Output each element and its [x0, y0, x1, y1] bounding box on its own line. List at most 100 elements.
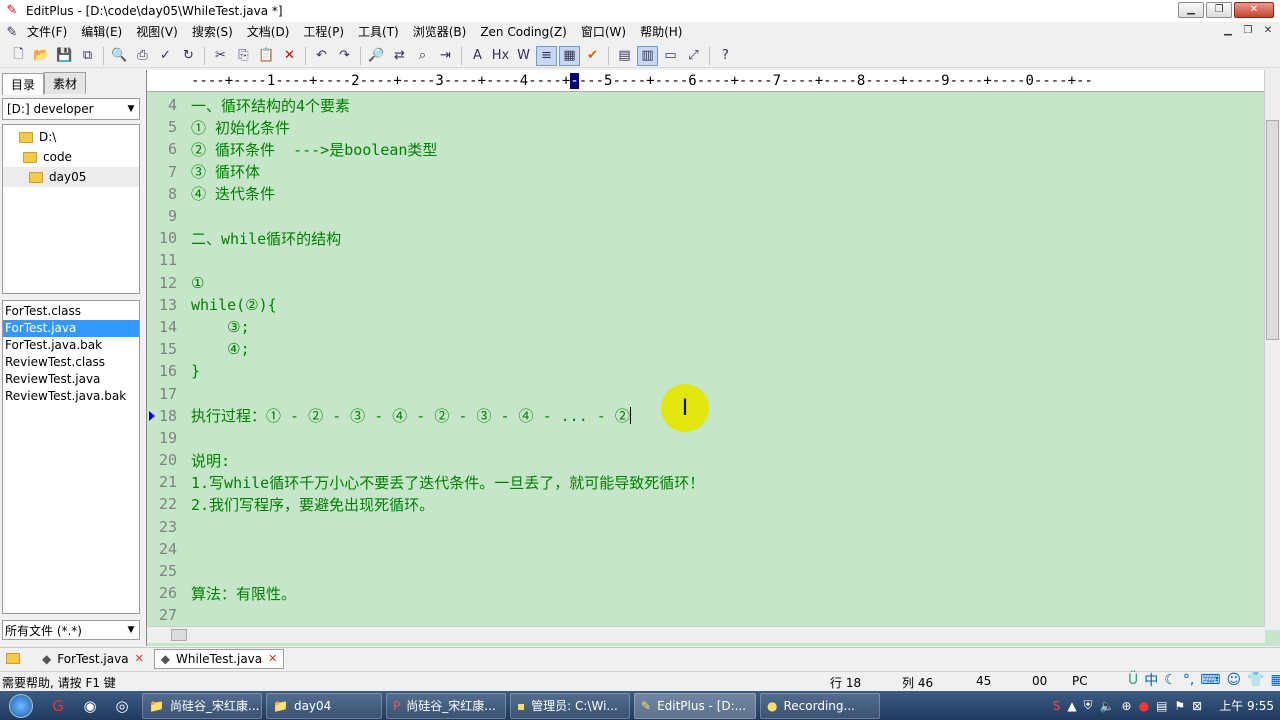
code-line[interactable]: 22 2.我们写程序，要避免出现死循环。	[147, 493, 1265, 515]
start-button[interactable]	[0, 691, 42, 720]
code-line[interactable]: 20 说明:	[147, 449, 1265, 471]
minimize-button[interactable]: ▁	[1178, 2, 1204, 18]
tree-item-d-drive[interactable]: D:\	[3, 127, 139, 147]
taskbar-button[interactable]: ✎ EditPlus - [D:...	[634, 692, 756, 719]
code-line[interactable]: 4 一、循环结构的4个要素	[147, 94, 1265, 116]
directory-window-icon[interactable]: ▤	[614, 46, 635, 66]
close-icon[interactable]: ✕	[268, 652, 277, 665]
line-text[interactable]: 执行过程：① - ② - ③ - ④ - ② - ③ - ④ - ... - ②	[191, 405, 630, 426]
doc-tab-whiletest[interactable]: ◆ WhileTest.java ✕	[153, 648, 285, 669]
close-icon[interactable]: ✕	[135, 652, 144, 665]
line-text[interactable]: }	[191, 362, 200, 380]
doc-minimize-button[interactable]: ▁	[1220, 24, 1236, 38]
file-item[interactable]: ReviewTest.java	[3, 371, 139, 388]
line-text[interactable]: ③;	[191, 318, 250, 336]
taskbar-button[interactable]: 📁 day04	[266, 692, 382, 719]
chrome-icon[interactable]: ◉	[74, 693, 106, 719]
word-wrap-icon[interactable]: W	[513, 46, 534, 66]
delete-icon[interactable]: ✕	[279, 46, 300, 66]
scroll-thumb[interactable]	[171, 629, 187, 641]
cliptext-icon[interactable]: ▥	[637, 45, 658, 66]
file-item[interactable]: ForTest.class	[3, 303, 139, 320]
doc-close-button[interactable]: ✕	[1260, 24, 1276, 38]
ruler-icon[interactable]: ▦	[559, 45, 580, 66]
redo-icon[interactable]: ↷	[334, 46, 355, 66]
menu-document[interactable]: 文档(D)	[240, 22, 297, 42]
menu-zen-coding[interactable]: Zen Coding(Z)	[473, 22, 574, 42]
vertical-scrollbar[interactable]	[1264, 70, 1280, 630]
code-line[interactable]: 6 ② 循环条件 --->是boolean类型	[147, 138, 1265, 160]
line-text[interactable]: 2.我们写程序，要避免出现死循环。	[191, 494, 434, 515]
menu-view[interactable]: 视图(V)	[129, 22, 185, 42]
open-folder-icon[interactable]: 📂	[31, 46, 52, 66]
code-line[interactable]: 9	[147, 205, 1265, 227]
code-line[interactable]: 11	[147, 249, 1265, 271]
menu-project[interactable]: 工程(P)	[296, 22, 351, 42]
code-line[interactable]: 12 ①	[147, 272, 1265, 294]
sogou-icon[interactable]: S	[1053, 699, 1061, 713]
file-item[interactable]: ReviewTest.class	[3, 354, 139, 371]
code-line[interactable]: 24	[147, 538, 1265, 560]
code-line[interactable]: 8 ④ 迭代条件	[147, 183, 1265, 205]
font-icon[interactable]: A	[467, 46, 488, 66]
doc-tab-fortest[interactable]: ◆ ForTest.java ✕	[36, 649, 150, 669]
menu-browser[interactable]: 浏览器(B)	[406, 22, 474, 42]
spellcheck-icon[interactable]: ✓	[155, 46, 176, 66]
grid-icon[interactable]: ▦	[1271, 672, 1280, 688]
taskbar-button[interactable]: 📁 尚硅谷_宋红康...	[142, 692, 262, 719]
shirt-icon[interactable]: 👕	[1247, 672, 1264, 688]
find-icon[interactable]: 🔎	[366, 46, 387, 66]
check-icon[interactable]: ✔	[582, 46, 603, 66]
file-filter-select[interactable]: 所有文件 (*.*) ▼	[2, 620, 140, 640]
paste-icon[interactable]: 📋	[256, 46, 277, 66]
ime-chinese-icon[interactable]: 中	[1144, 670, 1158, 690]
code-line[interactable]: 13 while(②){	[147, 294, 1265, 316]
new-file-icon[interactable]: 🗋	[8, 46, 29, 66]
line-text[interactable]: 二、while循环的结构	[191, 228, 341, 249]
maximize-button[interactable]: ❐	[1206, 2, 1232, 18]
tab-cliptext[interactable]: 素材	[44, 72, 87, 94]
code-line[interactable]: 7 ③ 循环体	[147, 161, 1265, 183]
print-preview-icon[interactable]: 🔍	[109, 46, 130, 66]
fullscreen-icon[interactable]: ⤢	[683, 46, 704, 66]
file-item[interactable]: ForTest.java	[3, 320, 139, 337]
shield-icon[interactable]: ⛨	[1084, 698, 1093, 713]
copy-icon[interactable]: ⎘	[233, 46, 254, 66]
keyboard-icon[interactable]: ⌨	[1200, 672, 1220, 688]
tab-directory[interactable]: 目录	[2, 73, 45, 95]
user-icon[interactable]: ☺	[1226, 672, 1241, 688]
goto-line-icon[interactable]: ⇥	[435, 46, 456, 66]
print-icon[interactable]: ⎙	[132, 46, 153, 66]
menu-tools[interactable]: 工具(T)	[351, 22, 406, 42]
close-button[interactable]: ✕	[1234, 2, 1274, 18]
menu-help[interactable]: 帮助(H)	[633, 22, 689, 42]
punctuation-icon[interactable]: °,	[1183, 672, 1194, 688]
heading-icon[interactable]: Hx	[490, 46, 511, 66]
network-icon[interactable]: ▤	[1156, 699, 1167, 713]
output-window-icon[interactable]: ▭	[660, 46, 681, 66]
line-text[interactable]: 说明:	[191, 450, 230, 471]
code-line[interactable]: 19	[147, 427, 1265, 449]
scroll-thumb[interactable]	[1266, 120, 1279, 340]
save-all-icon[interactable]: ⧉	[77, 46, 98, 66]
menu-window[interactable]: 窗口(W)	[574, 22, 633, 42]
moon-icon[interactable]: ☾	[1164, 672, 1177, 688]
code-editor[interactable]: ----+----1----+----2----+----3----+----4…	[146, 70, 1280, 646]
menu-file[interactable]: 文件(F)	[20, 22, 74, 42]
code-line[interactable]: 10 二、while循环的结构	[147, 227, 1265, 249]
volume-icon[interactable]: 🔈	[1100, 699, 1115, 713]
code-line[interactable]: 23	[147, 516, 1265, 538]
line-text[interactable]: ①	[191, 274, 204, 292]
code-line[interactable]: 26 算法：有限性。	[147, 582, 1265, 604]
line-number-icon[interactable]: ≡	[536, 45, 557, 66]
tray-close-icon[interactable]: ⊠	[1192, 699, 1202, 713]
doc-restore-button[interactable]: ❐	[1240, 24, 1256, 38]
cut-icon[interactable]: ✂	[210, 46, 231, 66]
code-line[interactable]: 21 1.写while循环千万小心不要丢了迭代条件。一旦丢了，就可能导致死循环！	[147, 471, 1265, 493]
file-item[interactable]: ForTest.java.bak	[3, 337, 139, 354]
tree-item-code[interactable]: code	[3, 147, 139, 167]
line-text[interactable]: 1.写while循环千万小心不要丢了迭代条件。一旦丢了，就可能导致死循环！	[191, 472, 704, 493]
save-icon[interactable]: 💾	[54, 46, 75, 66]
drive-select[interactable]: [D:] developer ▼	[2, 98, 140, 120]
help-icon[interactable]: ?	[715, 46, 736, 66]
